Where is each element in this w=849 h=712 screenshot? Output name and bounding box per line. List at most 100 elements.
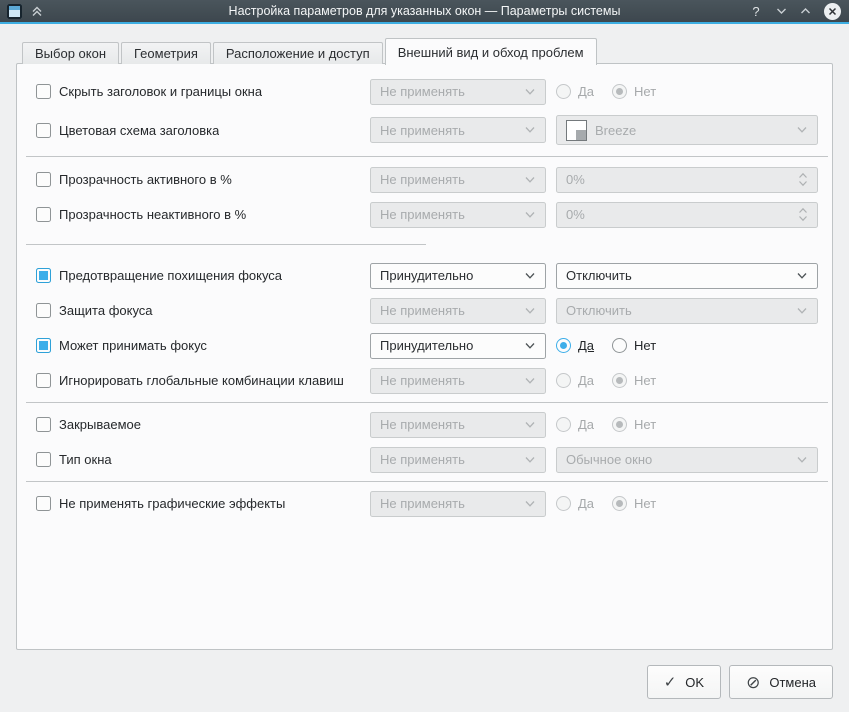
action-combo-value: Не применять — [380, 207, 465, 222]
no-radio — [612, 84, 627, 99]
chevron-up-icon — [798, 207, 808, 214]
action-combo: Не применять — [370, 491, 546, 517]
setting-checkbox[interactable] — [36, 172, 51, 187]
chevron-down-icon — [524, 377, 536, 385]
help-button[interactable]: ? — [749, 4, 763, 19]
setting-checkbox[interactable] — [36, 496, 51, 511]
setting-row: Закрываемое Не применять ДаНет — [36, 407, 818, 442]
cancel-button[interactable]: ⊘ Отмена — [729, 665, 833, 699]
minimize-button[interactable] — [776, 7, 787, 15]
value-combo: Обычное окно — [556, 447, 818, 473]
setting-field: Предотвращение похищения фокуса — [36, 268, 360, 283]
action-combo-value: Не применять — [380, 496, 465, 511]
titlebar-accent-line — [0, 22, 849, 24]
action-combo-value: Принудительно — [380, 268, 473, 283]
separator — [26, 402, 828, 403]
action-combo-value: Не применять — [380, 123, 465, 138]
separator — [26, 244, 426, 245]
no-radio[interactable] — [612, 338, 627, 353]
setting-label: Тип окна — [59, 452, 112, 467]
dialog-buttons: ✓ OK ⊘ Отмена — [647, 665, 833, 699]
chevron-down-icon — [524, 456, 536, 464]
chevron-down-icon — [798, 215, 808, 222]
setting-checkbox[interactable] — [36, 123, 51, 138]
setting-label: Предотвращение похищения фокуса — [59, 268, 282, 283]
yes-no-radio-group: Да Нет — [556, 373, 818, 388]
value-combo-value: Обычное окно — [566, 452, 652, 467]
action-combo: Не применять — [370, 167, 546, 193]
setting-checkbox[interactable] — [36, 417, 51, 432]
ok-button[interactable]: ✓ OK — [647, 665, 721, 699]
setting-label: Закрываемое — [59, 417, 141, 432]
close-button[interactable] — [824, 3, 841, 20]
action-combo-value: Не применять — [380, 373, 465, 388]
yes-radio-label: Да — [578, 84, 594, 99]
tab-1[interactable]: Выбор окон — [22, 42, 119, 64]
setting-row: Предотвращение похищения фокуса Принудите… — [36, 258, 818, 293]
value-spinner: 0% — [556, 202, 818, 228]
yes-radio — [556, 84, 571, 99]
setting-label: Скрыть заголовок и границы окна — [59, 84, 262, 99]
setting-checkbox[interactable] — [36, 84, 51, 99]
value-combo: Отключить — [556, 298, 818, 324]
yes-radio-option[interactable]: Да — [556, 338, 594, 353]
spinner-arrows — [798, 207, 808, 222]
action-combo: Не применять — [370, 298, 546, 324]
chevron-down-icon — [796, 126, 808, 134]
no-radio-option: Нет — [612, 84, 656, 99]
no-radio-option: Нет — [612, 373, 656, 388]
setting-label: Не применять графические эффекты — [59, 496, 285, 511]
yes-radio-label: Да — [578, 373, 594, 388]
setting-checkbox[interactable] — [36, 373, 51, 388]
color-scheme-combo: Breeze — [556, 115, 818, 145]
chevron-down-icon — [796, 307, 808, 315]
yes-no-radio-group: ДаНет — [556, 496, 818, 511]
chevron-down-icon — [524, 176, 536, 184]
chevron-down-icon — [524, 126, 536, 134]
tab-4[interactable]: Внешний вид и обход проблем — [385, 38, 597, 65]
no-radio-label: Нет — [634, 373, 656, 388]
setting-field: Закрываемое — [36, 417, 360, 432]
tab-2[interactable]: Геометрия — [121, 42, 211, 64]
no-radio-label: Нет — [634, 84, 656, 99]
setting-checkbox[interactable] — [36, 268, 51, 283]
action-combo-value: Не применять — [380, 417, 465, 432]
value-combo[interactable]: Отключить — [556, 263, 818, 289]
value-combo-value: Breeze — [595, 123, 636, 138]
value-combo-content: Breeze — [566, 120, 636, 141]
no-radio-option: Нет — [612, 496, 656, 511]
chevron-down-icon — [524, 500, 536, 508]
chevron-down-icon — [524, 211, 536, 219]
setting-checkbox[interactable] — [36, 303, 51, 318]
setting-checkbox[interactable] — [36, 452, 51, 467]
yes-radio-option: Да — [556, 373, 594, 388]
ok-button-label: OK — [685, 675, 704, 690]
yes-radio-option: Да — [556, 84, 594, 99]
action-combo[interactable]: Принудительно — [370, 333, 546, 359]
no-radio-option[interactable]: Нет — [612, 338, 656, 353]
maximize-button[interactable] — [800, 7, 811, 15]
setting-field: Цветовая схема заголовка — [36, 123, 360, 138]
spinner-value: 0% — [566, 207, 585, 222]
setting-checkbox[interactable] — [36, 207, 51, 222]
setting-checkbox[interactable] — [36, 338, 51, 353]
action-combo: Не применять — [370, 117, 546, 143]
setting-field: Защита фокуса — [36, 303, 360, 318]
no-radio — [612, 496, 627, 511]
tab-3[interactable]: Расположение и доступ — [213, 42, 383, 64]
setting-field: Тип окна — [36, 452, 360, 467]
yes-radio — [556, 373, 571, 388]
separator — [26, 156, 828, 157]
action-combo-value: Не применять — [380, 84, 465, 99]
setting-row: Цветовая схема заголовка Не применять Bree… — [36, 109, 818, 151]
action-combo-value: Принудительно — [380, 338, 473, 353]
check-icon: ✓ — [664, 675, 677, 690]
chevron-down-icon — [524, 272, 536, 280]
action-combo[interactable]: Принудительно — [370, 263, 546, 289]
setting-row: Прозрачность активного в %Не применять0% — [36, 162, 818, 197]
action-combo: Не применять — [370, 368, 546, 394]
yes-no-radio-group: ДаНет — [556, 417, 818, 432]
yes-radio-label: Да — [578, 338, 594, 353]
yes-radio[interactable] — [556, 338, 571, 353]
setting-label: Прозрачность активного в % — [59, 172, 232, 187]
